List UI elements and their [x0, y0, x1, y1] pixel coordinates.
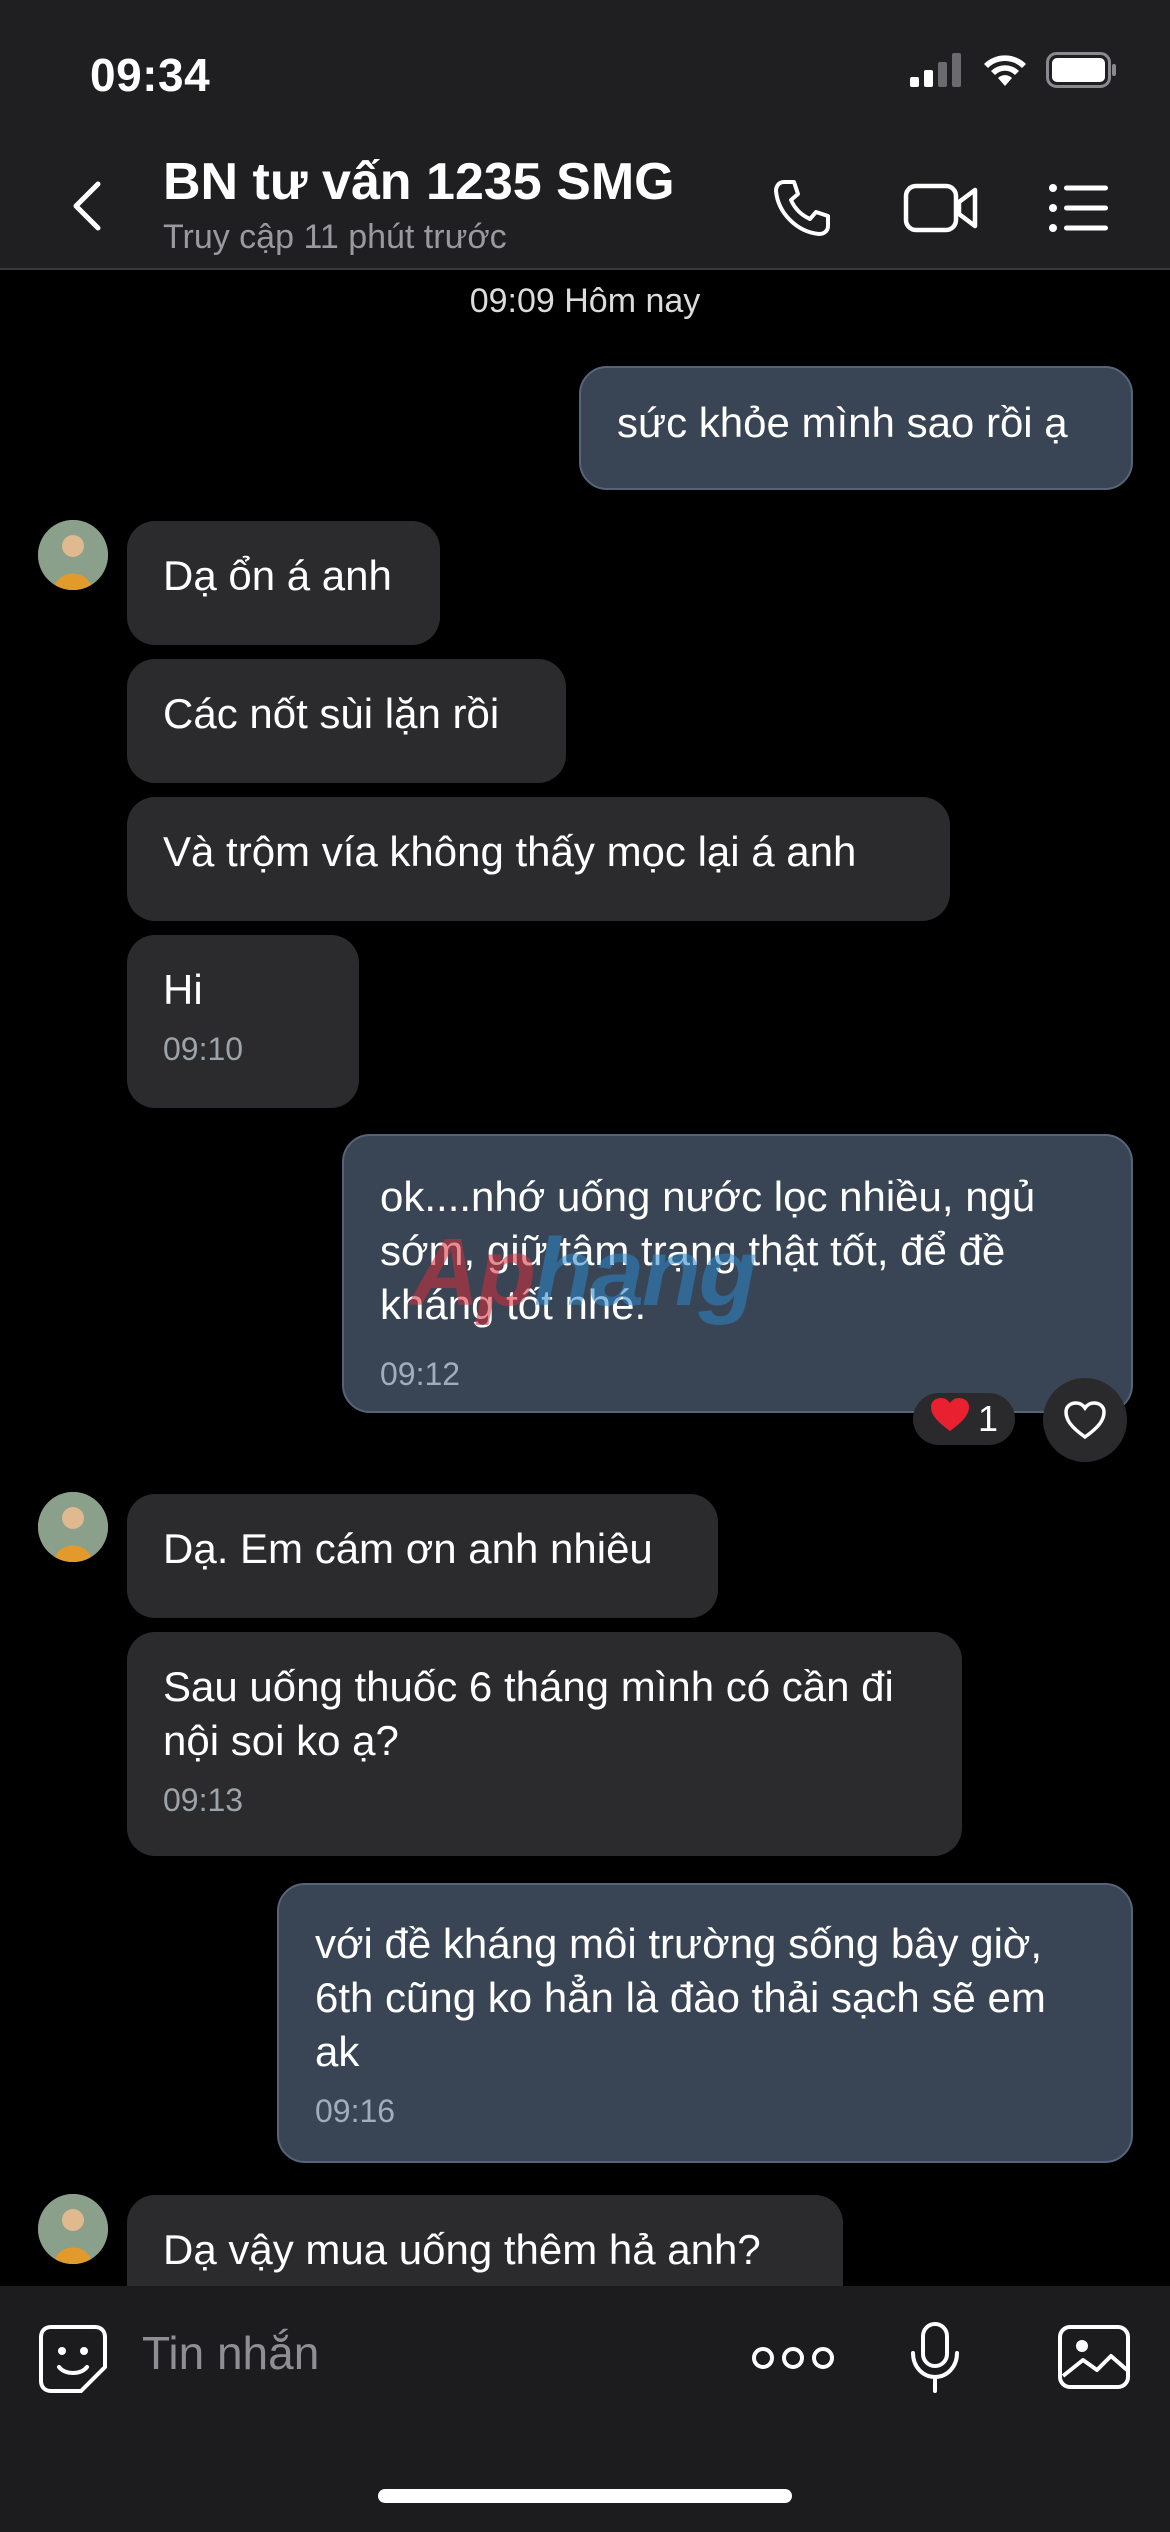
message-time: 09:13 — [163, 1782, 244, 1818]
menu-list-icon — [1049, 184, 1108, 232]
message-text: Sau uống thuốc 6 tháng mình có cần đi nộ… — [163, 1663, 894, 1764]
video-call-button[interactable] — [903, 176, 979, 240]
message-time: 09:10 — [163, 1031, 244, 1067]
message-bubble-incoming[interactable]: Các nốt sùi lặn rồi — [127, 659, 566, 783]
sticker-button[interactable] — [36, 2322, 110, 2396]
image-button[interactable] — [1057, 2324, 1131, 2390]
call-button[interactable] — [770, 176, 834, 240]
chevron-left-icon — [73, 181, 101, 231]
message-text: Dạ vậy mua uống thêm hả anh? — [163, 2226, 761, 2273]
phone-icon — [774, 180, 830, 236]
message-bubble-outgoing[interactable]: ok....nhớ uống nước lọc nhiều, ngủ sớm, … — [342, 1134, 1133, 1413]
message-text: ok....nhớ uống nước lọc nhiều, ngủ sớm, … — [380, 1173, 1036, 1328]
image-icon — [1058, 2325, 1130, 2389]
voice-button[interactable] — [908, 2320, 962, 2396]
avatar[interactable] — [38, 520, 108, 590]
heart-emoji-icon — [930, 1397, 970, 1442]
more-button[interactable] — [750, 2338, 836, 2378]
contact-avatar-icon — [38, 520, 108, 590]
sticker-icon — [39, 2325, 107, 2393]
heart-outline-icon — [1064, 1401, 1106, 1440]
react-button[interactable] — [1043, 1378, 1127, 1462]
message-input[interactable]: Tin nhắn — [142, 2326, 319, 2380]
reaction-badge[interactable]: 1 — [913, 1393, 1015, 1445]
message-time: 09:12 — [380, 1356, 461, 1392]
message-bubble-outgoing[interactable]: với đề kháng môi trường sống bây giờ, 6t… — [277, 1883, 1133, 2163]
message-time: 09:16 — [315, 2093, 396, 2129]
menu-button[interactable] — [1048, 176, 1110, 240]
message-bubble-incoming[interactable]: Dạ. Em cám ơn anh nhiêu — [127, 1494, 718, 1618]
contact-avatar-icon — [38, 1492, 108, 1562]
last-seen-status: Truy cập 11 phút trước — [163, 218, 507, 256]
message-bubble-incoming[interactable]: Sau uống thuốc 6 tháng mình có cần đi nộ… — [127, 1632, 962, 1856]
avatar[interactable] — [38, 1492, 108, 1562]
message-text: Dạ ổn á anh — [163, 552, 392, 599]
status-time: 09:34 — [90, 49, 211, 101]
message-text: Và trộm vía không thấy mọc lại á anh — [163, 828, 857, 875]
wifi-icon — [984, 55, 1026, 86]
status-icons — [910, 52, 1118, 88]
message-text: Các nốt sùi lặn rồi — [163, 690, 500, 737]
message-bubble-incoming[interactable]: Và trộm vía không thấy mọc lại á anh — [127, 797, 950, 921]
message-text: với đề kháng môi trường sống bây giờ, 6t… — [315, 1920, 1046, 2075]
signal-icon — [910, 53, 961, 87]
conversation-title[interactable]: BN tư vấn 1235 SMG — [163, 152, 675, 212]
message-text: Dạ. Em cám ơn anh nhiêu — [163, 1525, 653, 1572]
message-text: sức khỏe mình sao rồi ạ — [617, 399, 1068, 446]
battery-icon — [1046, 52, 1116, 88]
home-indicator — [378, 2489, 792, 2503]
microphone-icon — [911, 2322, 959, 2393]
date-separator: 09:09 Hôm nay — [469, 282, 701, 320]
message-text: Hi — [163, 966, 203, 1013]
contact-avatar-icon — [38, 2194, 108, 2264]
avatar[interactable] — [38, 2194, 108, 2264]
back-button[interactable] — [60, 176, 120, 236]
message-bubble-incoming[interactable]: Hi 09:10 — [127, 935, 359, 1108]
message-bubble-outgoing[interactable]: sức khỏe mình sao rồi ạ — [579, 366, 1133, 490]
top-bar: 09:34 BN tư vấn 1235 SMG Truy cập 11 phú… — [0, 0, 1170, 270]
video-camera-icon — [903, 183, 978, 233]
message-bubble-incoming[interactable]: Dạ ổn á anh — [127, 521, 440, 645]
chat-screen: 09:34 BN tư vấn 1235 SMG Truy cập 11 phú… — [0, 0, 1170, 2532]
more-icon — [752, 2347, 834, 2369]
reaction-count: 1 — [977, 1398, 999, 1439]
